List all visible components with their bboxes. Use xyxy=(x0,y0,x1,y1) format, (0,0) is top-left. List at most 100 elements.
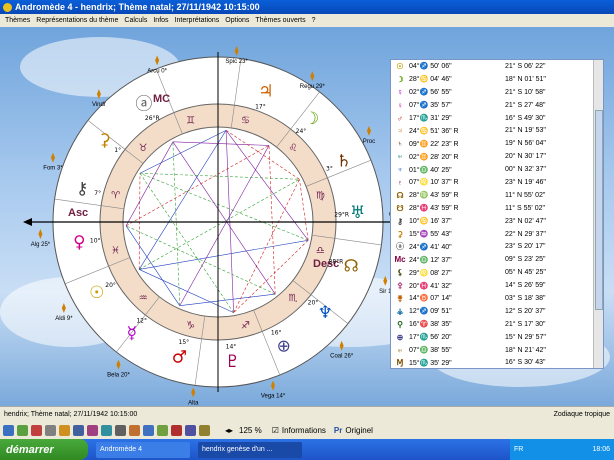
folder-icon[interactable] xyxy=(59,424,70,436)
planet-glyph[interactable]: ⚳ xyxy=(99,131,111,151)
planet-glyph[interactable]: ♇ xyxy=(225,352,240,372)
zoom-arrows-icon[interactable]: ◂▸ xyxy=(225,426,233,435)
fixed-star-label: Aldi 9* xyxy=(55,316,73,322)
settings-icon[interactable] xyxy=(3,424,14,436)
planet-row[interactable]: ♆ 01°♎ 40' 25" 00° N 32' 37" xyxy=(391,163,603,176)
planet-row[interactable]: Mc 24°♎ 12' 37" 09° S 23' 25" xyxy=(391,253,603,266)
planet-row[interactable]: ☊ 28°♍ 43' 59" R 11° N 55' 02" xyxy=(391,189,603,202)
menu-infos[interactable]: Infos xyxy=(150,17,171,24)
planet-glyph[interactable]: ♃ xyxy=(258,81,273,101)
planet-glyph[interactable]: ☿ xyxy=(127,323,137,343)
zoom-value[interactable]: 125 % xyxy=(239,426,262,435)
planet-row[interactable]: ⊕ 17°♏ 56' 20" 15° N 29' 57" xyxy=(391,331,603,344)
planet-position: 29°♌ 08' 27" xyxy=(409,269,452,277)
planet-row[interactable]: ⚴ 20°♓ 41' 32" 14° S 26' 59" xyxy=(391,279,603,292)
fixed-star-icon xyxy=(339,340,344,351)
planet-row[interactable]: ⚵ 14°♉ 07' 14" 03° S 18' 38" xyxy=(391,292,603,305)
planet-row[interactable]: ☿ 02°♐ 56' 55" 21° S 10' 58" xyxy=(391,86,603,99)
zodiac-sign-glyph: ♑ xyxy=(186,320,195,331)
planet-row[interactable]: ☽ 28°♋ 04' 46" 18° N 01' 51" xyxy=(391,73,603,86)
planet-glyph[interactable]: ♆ xyxy=(318,303,333,323)
planets-panel[interactable]: ☉ 04°♐ 50' 06" 21° S 06' 22" ☽ 28°♋ 04' 46" 1… xyxy=(390,59,604,369)
list-icon[interactable] xyxy=(185,424,196,436)
globe-icon[interactable] xyxy=(17,424,28,436)
planet-row[interactable]: Ɱ 15°♏ 35' 29" 16° S 30' 43" xyxy=(391,356,603,368)
planet-glyph: ☋ xyxy=(396,203,404,213)
print-icon[interactable] xyxy=(31,424,42,436)
original-icon[interactable]: Pr xyxy=(334,426,342,435)
planet-glyph[interactable]: ⓐ xyxy=(135,94,152,114)
planet-glyph[interactable]: ☉ xyxy=(89,283,104,303)
zodiac-sign-glyph: ♌ xyxy=(288,143,297,154)
planet-row[interactable]: ⚶ 12°♐ 09' 51" 12° S 20' 37" xyxy=(391,305,603,318)
planet-glyph[interactable]: ♄ xyxy=(336,152,351,172)
map-icon[interactable] xyxy=(157,424,168,436)
planet-row[interactable]: ♄ 09°♊ 22' 23" R 19° N 56' 04" xyxy=(391,137,603,150)
heart-icon[interactable] xyxy=(171,424,182,436)
menu-options[interactable]: Options xyxy=(222,17,252,24)
zodiac-sign-glyph: ♒ xyxy=(139,293,148,304)
zodiac-sign-glyph: ♍ xyxy=(316,191,325,202)
menu-themes[interactable]: Thèmes xyxy=(2,17,33,24)
original-label[interactable]: Originel xyxy=(345,426,373,435)
chart-icon[interactable] xyxy=(73,424,84,436)
start-button[interactable]: démarrer xyxy=(0,439,88,460)
planet-glyph[interactable]: ⊕ xyxy=(277,337,291,357)
planet-row[interactable]: ♃ 24°♋ 51' 36" R 21° N 19' 53" xyxy=(391,124,603,137)
planet-row[interactable]: ♂ 17°♏ 31' 29" 16° S 49' 30" xyxy=(391,112,603,125)
planet-glyph[interactable]: ☽ xyxy=(304,109,319,129)
planet-glyph: Mc xyxy=(394,255,406,265)
planet-row[interactable]: ⚷ 10°♋ 16' 37" 23° N 02' 47" xyxy=(391,215,603,228)
planet-declination: 21° S 06' 22" xyxy=(505,62,546,70)
planet-row[interactable]: ⚳ 15°♒ 55' 43" 22° N 29' 37" xyxy=(391,228,603,241)
planet-row[interactable]: ♇ 07°♌ 10' 37" R 23° N 19' 46" xyxy=(391,176,603,189)
menubar: Thèmes Représentations du thème Calculs … xyxy=(0,14,614,27)
star-icon[interactable] xyxy=(87,424,98,436)
planet-degree: 28°R xyxy=(329,258,344,265)
planet-glyph[interactable]: ♀ xyxy=(73,232,85,252)
planet-row[interactable]: ♅ 02°♊ 28' 20" R 20° N 30' 17" xyxy=(391,150,603,163)
planet-glyph: ⚶ xyxy=(396,306,404,316)
calendar-icon[interactable] xyxy=(129,424,140,436)
wheel-icon[interactable] xyxy=(101,424,112,436)
planet-row[interactable]: ⓐ 24°♐ 41' 40" 23° S 20' 17" xyxy=(391,240,603,253)
planet-row[interactable]: ⚲ 16°♈ 38' 35" 21° S 17' 30" xyxy=(391,318,603,331)
zodiac-sign-glyph: ♓ xyxy=(111,245,120,256)
planet-degree: 26°R xyxy=(145,115,160,122)
menu-interpretations[interactable]: Interprétations xyxy=(172,17,223,24)
task-andromede[interactable]: Andromède 4 xyxy=(96,441,190,458)
book-icon[interactable] xyxy=(199,424,210,436)
calc-icon[interactable] xyxy=(143,424,154,436)
planet-row[interactable]: ♅ 07°♎ 38' 55" 18° N 21' 42" xyxy=(391,344,603,357)
planet-glyph: ☽ xyxy=(396,74,404,84)
planet-row[interactable]: ⚸ 29°♌ 08' 27" 05° N 45' 25" xyxy=(391,266,603,279)
planet-position: 10°♋ 16' 37" xyxy=(409,218,452,226)
planet-glyph[interactable]: ♅ xyxy=(350,203,365,223)
lang-indicator[interactable]: FR xyxy=(514,446,523,453)
planet-glyph[interactable]: ☊ xyxy=(344,256,359,276)
planet-row[interactable]: ☉ 04°♐ 50' 06" 21° S 06' 22" xyxy=(391,60,603,73)
menu-calculs[interactable]: Calculs xyxy=(121,17,150,24)
planet-glyph[interactable]: ⚷ xyxy=(76,179,88,199)
asc-arrow xyxy=(23,218,32,226)
task-hendrix[interactable]: hendrix genèse d'un ... xyxy=(198,441,302,458)
menu-help[interactable]: ? xyxy=(309,17,319,24)
planet-degree: 10° xyxy=(90,237,101,244)
informations-checkbox[interactable]: ☑ xyxy=(272,426,279,435)
planet-degree: 15° xyxy=(179,339,190,346)
planet-row[interactable]: ♀ 07°♐ 35' 57" 21° S 27' 48" xyxy=(391,99,603,112)
doc-icon[interactable] xyxy=(45,424,56,436)
planet-glyph: ☿ xyxy=(397,87,403,97)
planet-row[interactable]: ☋ 28°♓ 43' 59" R 11° S 55' 02" xyxy=(391,202,603,215)
menu-themes-ouverts[interactable]: Thèmes ouverts xyxy=(252,17,308,24)
planet-position: 15°♒ 55' 43" xyxy=(409,231,452,239)
menu-representations[interactable]: Représentations du thème xyxy=(33,17,121,24)
planet-glyph: ♅ xyxy=(397,345,403,355)
clock: 18:06 xyxy=(592,446,610,453)
planet-glyph[interactable]: ♂ xyxy=(172,348,187,368)
zodiac-sign-glyph: ♎ xyxy=(316,245,325,256)
planet-glyph: ♇ xyxy=(397,177,403,187)
panel-scrollbar[interactable] xyxy=(593,60,603,368)
user-icon[interactable] xyxy=(115,424,126,436)
scrollbar-thumb[interactable] xyxy=(595,110,603,310)
